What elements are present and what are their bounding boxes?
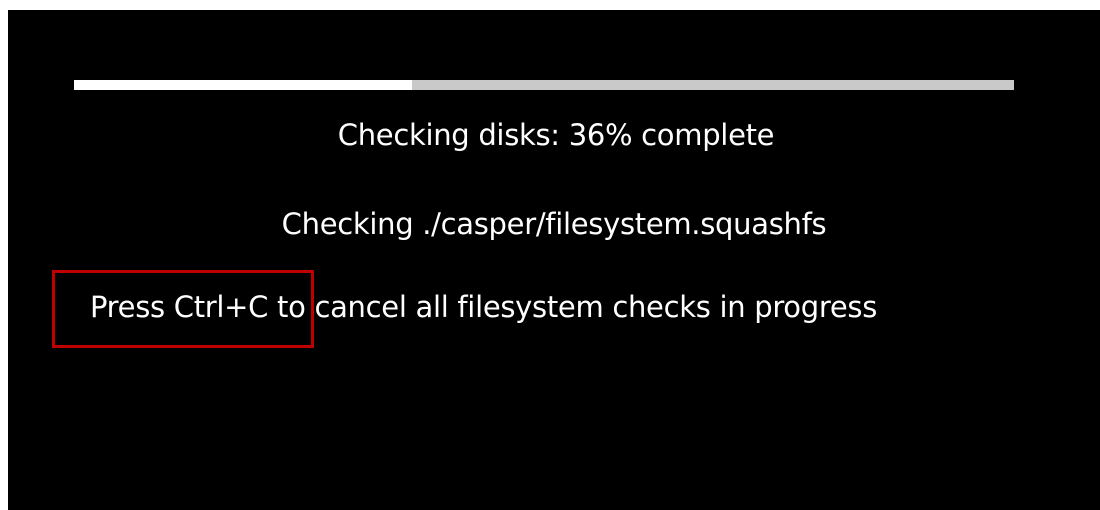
- disk-check-progress-bar: [74, 80, 1014, 90]
- current-file-text: Checking ./casper/filesystem.squashfs: [281, 207, 827, 241]
- disk-check-progress-fill: [74, 80, 413, 90]
- disk-check-status-text: Checking disks: 36% complete: [337, 118, 775, 152]
- ctrl-c-highlight-box: [52, 270, 314, 348]
- boot-console-screen: Checking disks: 36% complete Checking ./…: [8, 10, 1100, 510]
